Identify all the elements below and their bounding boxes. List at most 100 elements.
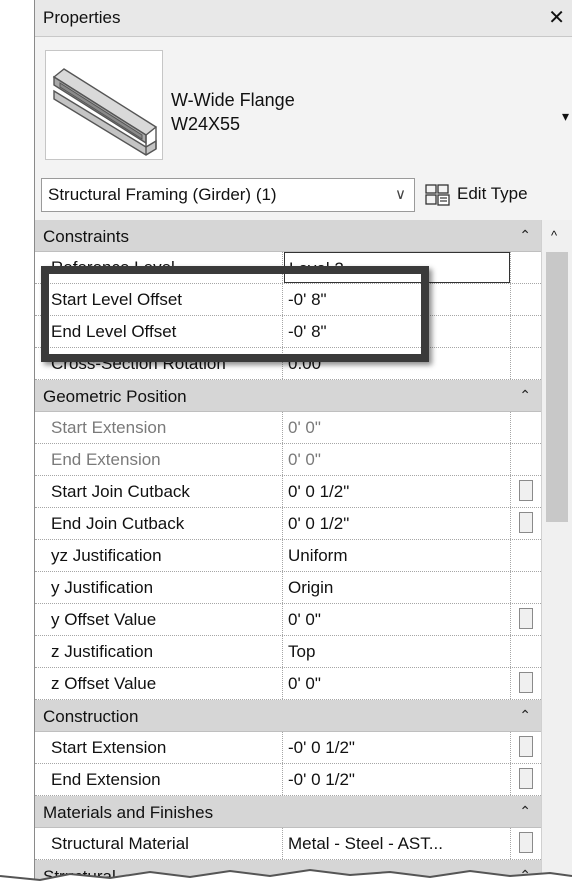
property-name: End Extension xyxy=(51,770,161,789)
scroll-up-icon[interactable]: ^ xyxy=(551,228,557,243)
property-value-field[interactable]: -0' 0 1/2" xyxy=(284,764,510,795)
group-header-construction[interactable]: Construction ⌃ xyxy=(35,700,541,732)
property-row[interactable]: Start Extension 0' 0" xyxy=(35,412,541,444)
property-value-field[interactable]: 0' 0" xyxy=(284,412,510,443)
group-name: Construction xyxy=(43,707,139,726)
property-value: 0.00° xyxy=(288,354,328,373)
wide-flange-beam-icon xyxy=(45,50,163,160)
property-row[interactable]: Structural Material Metal - Steel - AST.… xyxy=(35,828,541,860)
property-row[interactable]: Start Join Cutback 0' 0 1/2" xyxy=(35,476,541,508)
collapse-icon[interactable]: ⌃ xyxy=(519,867,531,884)
property-value-field[interactable]: Level 2 xyxy=(284,252,510,283)
property-row[interactable]: z Offset Value 0' 0" xyxy=(35,668,541,700)
group-header-constraints[interactable]: Constraints ⌃ xyxy=(35,220,541,252)
group-name: Constraints xyxy=(43,227,129,246)
property-name: z Justification xyxy=(51,642,154,661)
property-row[interactable]: End Level Offset -0' 8" xyxy=(35,316,541,348)
group-header-geometric-position[interactable]: Geometric Position ⌃ xyxy=(35,380,541,412)
property-value-field[interactable]: Uniform xyxy=(284,540,510,571)
panel-title: Properties xyxy=(43,8,121,27)
property-value: 0' 0" xyxy=(288,418,321,437)
property-name: Start Level Offset xyxy=(51,290,183,309)
property-name: yz Justification xyxy=(51,546,162,565)
property-value: -0' 8" xyxy=(288,290,327,309)
associate-parameter-button[interactable] xyxy=(519,832,533,853)
property-name: Reference Level xyxy=(51,258,175,277)
edit-type-icon xyxy=(425,184,451,211)
property-row[interactable]: End Join Cutback 0' 0 1/2" xyxy=(35,508,541,540)
collapse-icon[interactable]: ⌃ xyxy=(519,227,531,244)
scroll-thumb[interactable] xyxy=(546,252,568,522)
associate-parameter-button[interactable] xyxy=(519,736,533,757)
property-grid: Constraints ⌃ Reference Level Level 2 St… xyxy=(35,220,541,886)
property-value-field[interactable]: 0' 0" xyxy=(284,668,510,699)
edit-type-button[interactable]: Edit Type xyxy=(421,178,571,210)
property-value: Uniform xyxy=(288,546,348,565)
type-name: W24X55 xyxy=(171,114,241,134)
property-name: z Offset Value xyxy=(51,674,157,693)
group-name: Structural xyxy=(43,867,116,886)
property-name: Start Join Cutback xyxy=(51,482,190,501)
property-name: y Justification xyxy=(51,578,154,597)
property-row[interactable]: Start Extension -0' 0 1/2" xyxy=(35,732,541,764)
group-name: Materials and Finishes xyxy=(43,803,214,822)
property-name: End Join Cutback xyxy=(51,514,185,533)
collapse-icon[interactable]: ⌃ xyxy=(519,707,531,724)
property-row[interactable]: yz Justification Uniform xyxy=(35,540,541,572)
property-name: Start Extension xyxy=(51,738,167,757)
property-value-field[interactable]: -0' 0 1/2" xyxy=(284,732,510,763)
property-value-field[interactable]: Top xyxy=(284,636,510,667)
edit-type-label: Edit Type xyxy=(457,184,528,203)
group-name: Geometric Position xyxy=(43,387,187,406)
associate-parameter-button[interactable] xyxy=(519,480,533,501)
property-value: 0' 0" xyxy=(288,610,321,629)
property-value-field[interactable]: 0' 0" xyxy=(284,444,510,475)
property-value-field[interactable]: Origin xyxy=(284,572,510,603)
vertical-scrollbar[interactable]: ^ xyxy=(541,220,572,886)
chevron-down-icon: ∨ xyxy=(395,186,406,203)
property-name: y Offset Value xyxy=(51,610,157,629)
associate-parameter-button[interactable] xyxy=(519,768,533,789)
group-header-materials-and-finishes[interactable]: Materials and Finishes ⌃ xyxy=(35,796,541,828)
property-value-field[interactable]: Metal - Steel - AST... xyxy=(284,828,510,859)
property-value: Level 2 xyxy=(289,259,344,278)
property-value-field[interactable]: 0' 0 1/2" xyxy=(284,508,510,539)
group-header-structural[interactable]: Structural ⌃ xyxy=(35,860,541,886)
property-value-field[interactable]: -0' 8" xyxy=(284,316,510,347)
properties-palette: Properties ✕ W-Wide Flange W24X55 ▾ Stru… xyxy=(34,0,572,886)
property-value-field[interactable]: 0' 0 1/2" xyxy=(284,476,510,507)
property-value: 0' 0 1/2" xyxy=(288,514,350,533)
property-value: 0' 0 1/2" xyxy=(288,482,350,501)
property-row[interactable]: Reference Level Level 2 xyxy=(35,252,541,284)
property-value: -0' 0 1/2" xyxy=(288,738,355,757)
property-value-field[interactable]: 0' 0" xyxy=(284,604,510,635)
property-row[interactable]: y Justification Origin xyxy=(35,572,541,604)
property-row[interactable]: End Extension -0' 0 1/2" xyxy=(35,764,541,796)
property-row[interactable]: z Justification Top xyxy=(35,636,541,668)
property-name: End Level Offset xyxy=(51,322,177,341)
property-row[interactable]: y Offset Value 0' 0" xyxy=(35,604,541,636)
collapse-icon[interactable]: ⌃ xyxy=(519,803,531,820)
property-name: Cross-Section Rotation xyxy=(51,354,226,373)
property-value: -0' 0 1/2" xyxy=(288,770,355,789)
instance-filter-value: Structural Framing (Girder) (1) xyxy=(48,185,277,204)
property-value-field[interactable]: -0' 8" xyxy=(284,284,510,315)
associate-parameter-button[interactable] xyxy=(519,672,533,693)
associate-parameter-button[interactable] xyxy=(519,512,533,533)
type-selector[interactable]: W-Wide Flange W24X55 ▾ xyxy=(35,40,572,166)
property-name: End Extension xyxy=(51,450,161,469)
property-value: 0' 0" xyxy=(288,674,321,693)
instance-filter-dropdown[interactable]: Structural Framing (Girder) (1) ∨ xyxy=(41,178,415,212)
property-row[interactable]: End Extension 0' 0" xyxy=(35,444,541,476)
dropdown-arrow-icon[interactable]: ▾ xyxy=(562,108,569,125)
property-value: 0' 0" xyxy=(288,450,321,469)
property-value: Origin xyxy=(288,578,334,597)
property-row[interactable]: Start Level Offset -0' 8" xyxy=(35,284,541,316)
collapse-icon[interactable]: ⌃ xyxy=(519,387,531,404)
property-value-field[interactable]: 0.00° xyxy=(284,348,510,379)
property-row[interactable]: Cross-Section Rotation 0.00° xyxy=(35,348,541,380)
property-value: Top xyxy=(288,642,316,661)
close-icon[interactable]: ✕ xyxy=(548,5,565,30)
associate-parameter-button[interactable] xyxy=(519,608,533,629)
property-value: Metal - Steel - AST... xyxy=(288,834,443,853)
